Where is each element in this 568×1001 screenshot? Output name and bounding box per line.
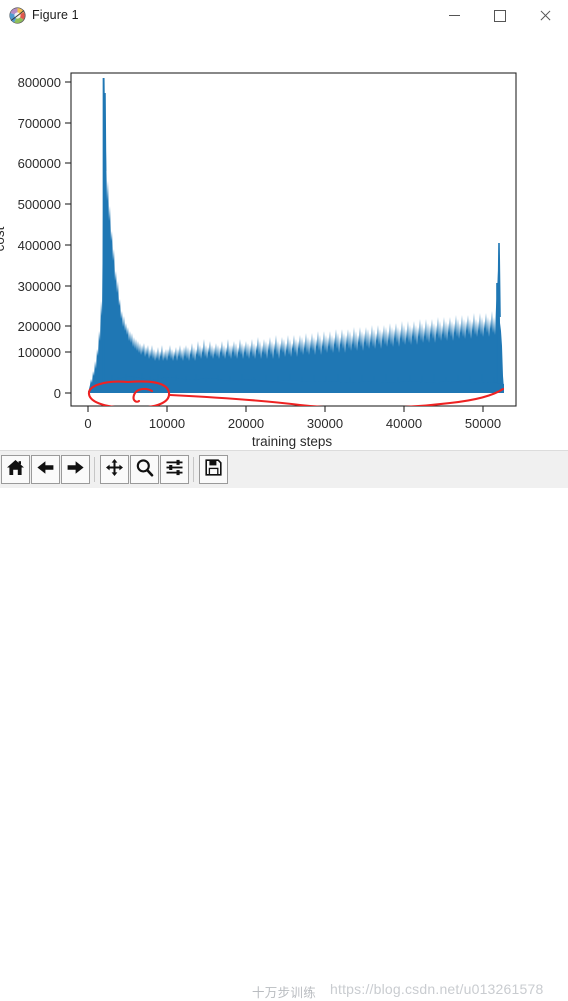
- y-tick-label: 600000: [18, 156, 61, 171]
- minimize-icon: [449, 15, 460, 16]
- x-tick-marks: [87, 406, 484, 412]
- minimize-button[interactable]: [432, 0, 477, 31]
- watermark-url: https://blog.csdn.net/u013261578: [330, 981, 544, 997]
- y-tick-labels: 800000 700000 600000 500000 400000 30000…: [18, 75, 61, 401]
- x-tick-label: 30000: [307, 416, 343, 431]
- figure-window: Figure 1 800000 700000 600000 500000 400…: [0, 0, 568, 1000]
- watermark-chinese-text: 十万步训练: [252, 985, 317, 1000]
- y-tick-label: 700000: [18, 116, 61, 131]
- y-tick-label: 100000: [18, 345, 61, 360]
- x-axis-label: training steps: [252, 434, 333, 449]
- maximize-icon: [493, 9, 506, 22]
- maximize-button[interactable]: [477, 0, 522, 31]
- right-arrow-icon: [66, 458, 85, 482]
- y-tick-label: 300000: [18, 279, 61, 294]
- close-icon: [539, 10, 551, 22]
- floppy-disk-icon: [204, 458, 223, 482]
- matplotlib-axes: 800000 700000 600000 500000 400000 30000…: [0, 72, 517, 449]
- y-tick-label: 200000: [18, 319, 61, 334]
- matplotlib-logo-icon: [9, 7, 26, 24]
- y-tick-label: 400000: [18, 238, 61, 253]
- home-button[interactable]: [1, 455, 30, 484]
- y-tick-label: 500000: [18, 197, 61, 212]
- move-arrows-icon: [105, 458, 124, 482]
- y-tick-label: 0: [54, 386, 61, 401]
- y-tick-marks: [65, 81, 71, 394]
- home-icon: [6, 458, 25, 482]
- forward-button[interactable]: [61, 455, 90, 484]
- configure-subplots-button[interactable]: [160, 455, 189, 484]
- title-bar: Figure 1: [0, 0, 568, 32]
- x-tick-label: 20000: [228, 416, 264, 431]
- left-arrow-icon: [36, 458, 55, 482]
- toolbar-separator: [94, 457, 95, 482]
- navigation-toolbar: [0, 450, 568, 490]
- zoom-button[interactable]: [130, 455, 159, 484]
- toolbar-separator: [193, 457, 194, 482]
- x-tick-label: 0: [84, 416, 91, 431]
- watermark-bar: 十万步训练 https://blog.csdn.net/u013261578: [0, 488, 568, 1000]
- x-tick-label: 40000: [386, 416, 422, 431]
- x-tick-label: 10000: [149, 416, 185, 431]
- x-tick-label: 50000: [465, 416, 501, 431]
- figure-canvas[interactable]: 800000 700000 600000 500000 400000 30000…: [0, 31, 568, 450]
- y-axis-label: cost: [0, 226, 7, 251]
- save-button[interactable]: [199, 455, 228, 484]
- magnifier-icon: [135, 458, 154, 482]
- close-button[interactable]: [522, 0, 567, 31]
- y-tick-label: 800000: [18, 75, 61, 90]
- back-button[interactable]: [31, 455, 60, 484]
- pan-button[interactable]: [100, 455, 129, 484]
- x-tick-labels: 0 10000 20000 30000 40000 50000: [84, 416, 501, 431]
- window-title: Figure 1: [32, 8, 79, 22]
- sliders-icon: [165, 458, 184, 482]
